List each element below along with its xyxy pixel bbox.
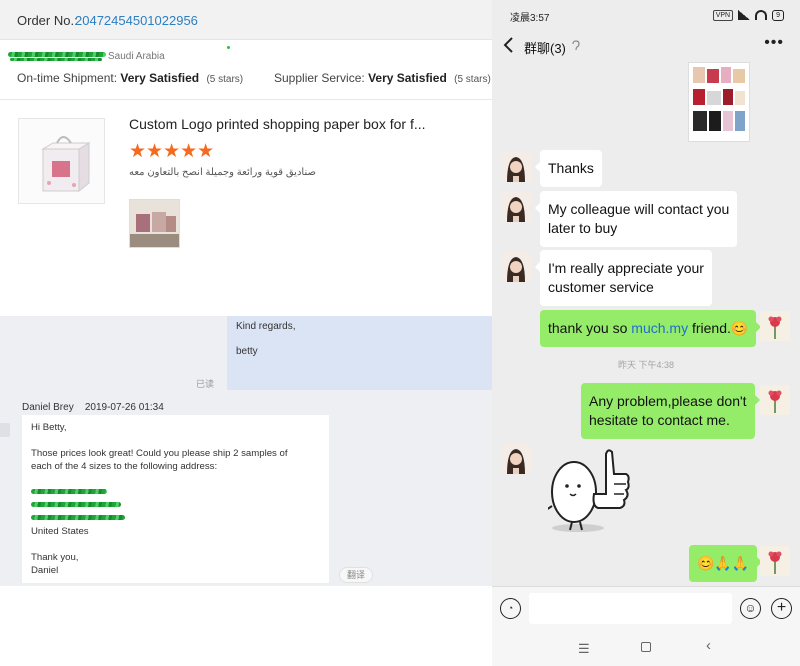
sender-name: Daniel Brey [22, 402, 74, 413]
supplier-label: Supplier Service: [274, 71, 365, 85]
supplier-stars: (5 stars) [454, 74, 491, 85]
reply-line-1: Kind regards, [236, 321, 296, 332]
thumbs-up-sticker[interactable] [548, 444, 630, 534]
translate-button[interactable]: 翻译 [339, 567, 373, 583]
msg-appreciate-line1: I'm really appreciate your [548, 260, 704, 276]
shipment-value: Very Satisfied [120, 71, 200, 85]
wechat-phone-screen: 凌晨3:57 VPN 9 群聊(3) ••• Thanks My colleag… [492, 0, 800, 666]
msg-colleague: My colleague will contact you later to b… [534, 191, 738, 247]
panel-footer [0, 586, 492, 666]
order-number-link[interactable]: 20472454501022956 [75, 13, 198, 28]
feedback-summary: Saudi Arabia On-time Shipment: Very Sati… [0, 40, 492, 100]
product-review: Custom Logo printed shopping paper box f… [0, 100, 492, 316]
message-greeting: Hi Betty, [31, 422, 67, 433]
message-line-1: Those prices look great! Could you pleas… [31, 448, 288, 459]
buyer-message-card: Hi Betty, Those prices look great! Could… [22, 415, 329, 583]
msg-emoji: 😊🙏🙏 [689, 545, 763, 582]
msg-thanks: Thanks [535, 150, 602, 187]
nav-back-icon[interactable]: ‹ [706, 637, 711, 654]
nav-menu-icon[interactable]: ☰ [578, 641, 590, 657]
nav-home-icon[interactable] [641, 642, 651, 652]
supplier-rating: Supplier Service: Very Satisfied (5 star… [274, 71, 491, 85]
msg-problem: Any problem,please don't hesitate to con… [581, 383, 760, 439]
my-avatar[interactable] [760, 546, 790, 576]
msg-appreciate: I'm really appreciate your customer serv… [535, 250, 712, 306]
my-avatar[interactable] [760, 311, 790, 341]
supplier-value: Very Satisfied [368, 71, 447, 85]
chat-timestamp: 昨天 下午4:38 [617, 360, 675, 370]
shipment-label: On-time Shipment: [17, 71, 118, 85]
contact-avatar[interactable] [501, 252, 531, 282]
message-country: United States [31, 526, 89, 537]
status-icons: VPN 9 [712, 9, 784, 21]
redacted-address-2 [31, 502, 121, 507]
wifi-icon [755, 10, 768, 20]
order-detail-panel: Order No.: 20472454501022956 Saudi Arabi… [0, 0, 492, 666]
product-rating-stars: ★★★★★ [129, 141, 215, 162]
order-number-label: Order No.: [17, 13, 78, 28]
msg-colleague-line2: later to buy [548, 220, 618, 236]
review-text: صناديق قوية ورائعة وجميلة انصح بالتعاون … [129, 167, 316, 178]
my-avatar[interactable] [760, 385, 790, 415]
msg-thankyou-link[interactable]: much.my [631, 320, 688, 336]
order-header: Order No.: 20472454501022956 [0, 0, 492, 40]
battery-icon: 9 [772, 9, 784, 21]
chat-header: 群聊(3) ••• [492, 30, 800, 62]
message-thread: Kind regards, betty 已读 Daniel Brey 2019-… [0, 316, 492, 586]
reply-line-2: betty [236, 346, 258, 357]
voice-input-icon[interactable]: ◔ [500, 598, 521, 619]
redacted-address-1 [31, 489, 107, 494]
sender-meta: Daniel Brey 2019-07-26 01:34 [22, 402, 164, 413]
msg-thankyou: thank you so much.my friend.😊 [540, 310, 762, 347]
contact-avatar[interactable] [501, 444, 531, 474]
signal-icon [738, 10, 751, 20]
chat-title: 群聊(3) [524, 41, 566, 56]
msg-problem-line1: Any problem,please don't [589, 393, 747, 409]
msg-thankyou-a: thank you so [548, 320, 632, 336]
buyer-country: Saudi Arabia [108, 51, 165, 62]
chat-input-bar: ◔ ☺ + [492, 586, 800, 629]
emoji-picker-icon[interactable]: ☺ [740, 598, 761, 619]
status-time: 凌晨3:57 [510, 13, 550, 24]
read-status: 已读 [196, 379, 215, 389]
avatar-edge-icon [0, 423, 10, 437]
green-dot [227, 46, 230, 49]
supplier-reply-bubble: Kind regards, betty [227, 316, 492, 390]
image-message[interactable] [688, 62, 750, 142]
msg-appreciate-line2: customer service [548, 279, 654, 295]
ear-mute-icon [572, 40, 580, 51]
more-attachments-icon[interactable]: + [771, 598, 792, 619]
message-line-2: each of the 4 sizes to the following add… [31, 461, 218, 472]
msg-thankyou-b: friend. [688, 320, 731, 336]
message-closing: Thank you, [31, 552, 79, 563]
emoji-text: 😊🙏🙏 [697, 555, 750, 571]
msg-colleague-line1: My colleague will contact you [548, 201, 730, 217]
status-bar: 凌晨3:57 VPN 9 [492, 0, 800, 30]
contact-avatar[interactable] [501, 192, 531, 222]
redacted-name [8, 52, 106, 57]
msg-thanks-text: Thanks [548, 160, 594, 176]
android-nav-bar: ☰ ‹ [492, 629, 800, 666]
redacted-name-underline [10, 58, 102, 61]
review-photo[interactable] [129, 199, 180, 248]
vpn-icon: VPN [712, 9, 734, 21]
smile-emoji: 😊 [730, 320, 749, 336]
product-thumbnail[interactable] [18, 118, 105, 204]
shipment-stars: (5 stars) [206, 74, 244, 85]
product-title[interactable]: Custom Logo printed shopping paper box f… [129, 116, 426, 132]
back-arrow-icon[interactable] [502, 36, 516, 54]
msg-problem-line2: hesitate to contact me. [589, 412, 730, 428]
contact-avatar[interactable] [501, 152, 531, 182]
message-signature: Daniel [31, 565, 59, 576]
more-options-icon[interactable]: ••• [764, 35, 784, 51]
message-input[interactable] [529, 593, 732, 624]
shipment-rating: On-time Shipment: Very Satisfied (5 star… [17, 71, 243, 85]
redacted-address-3 [31, 515, 125, 520]
sender-time: 2019-07-26 01:34 [84, 402, 164, 413]
